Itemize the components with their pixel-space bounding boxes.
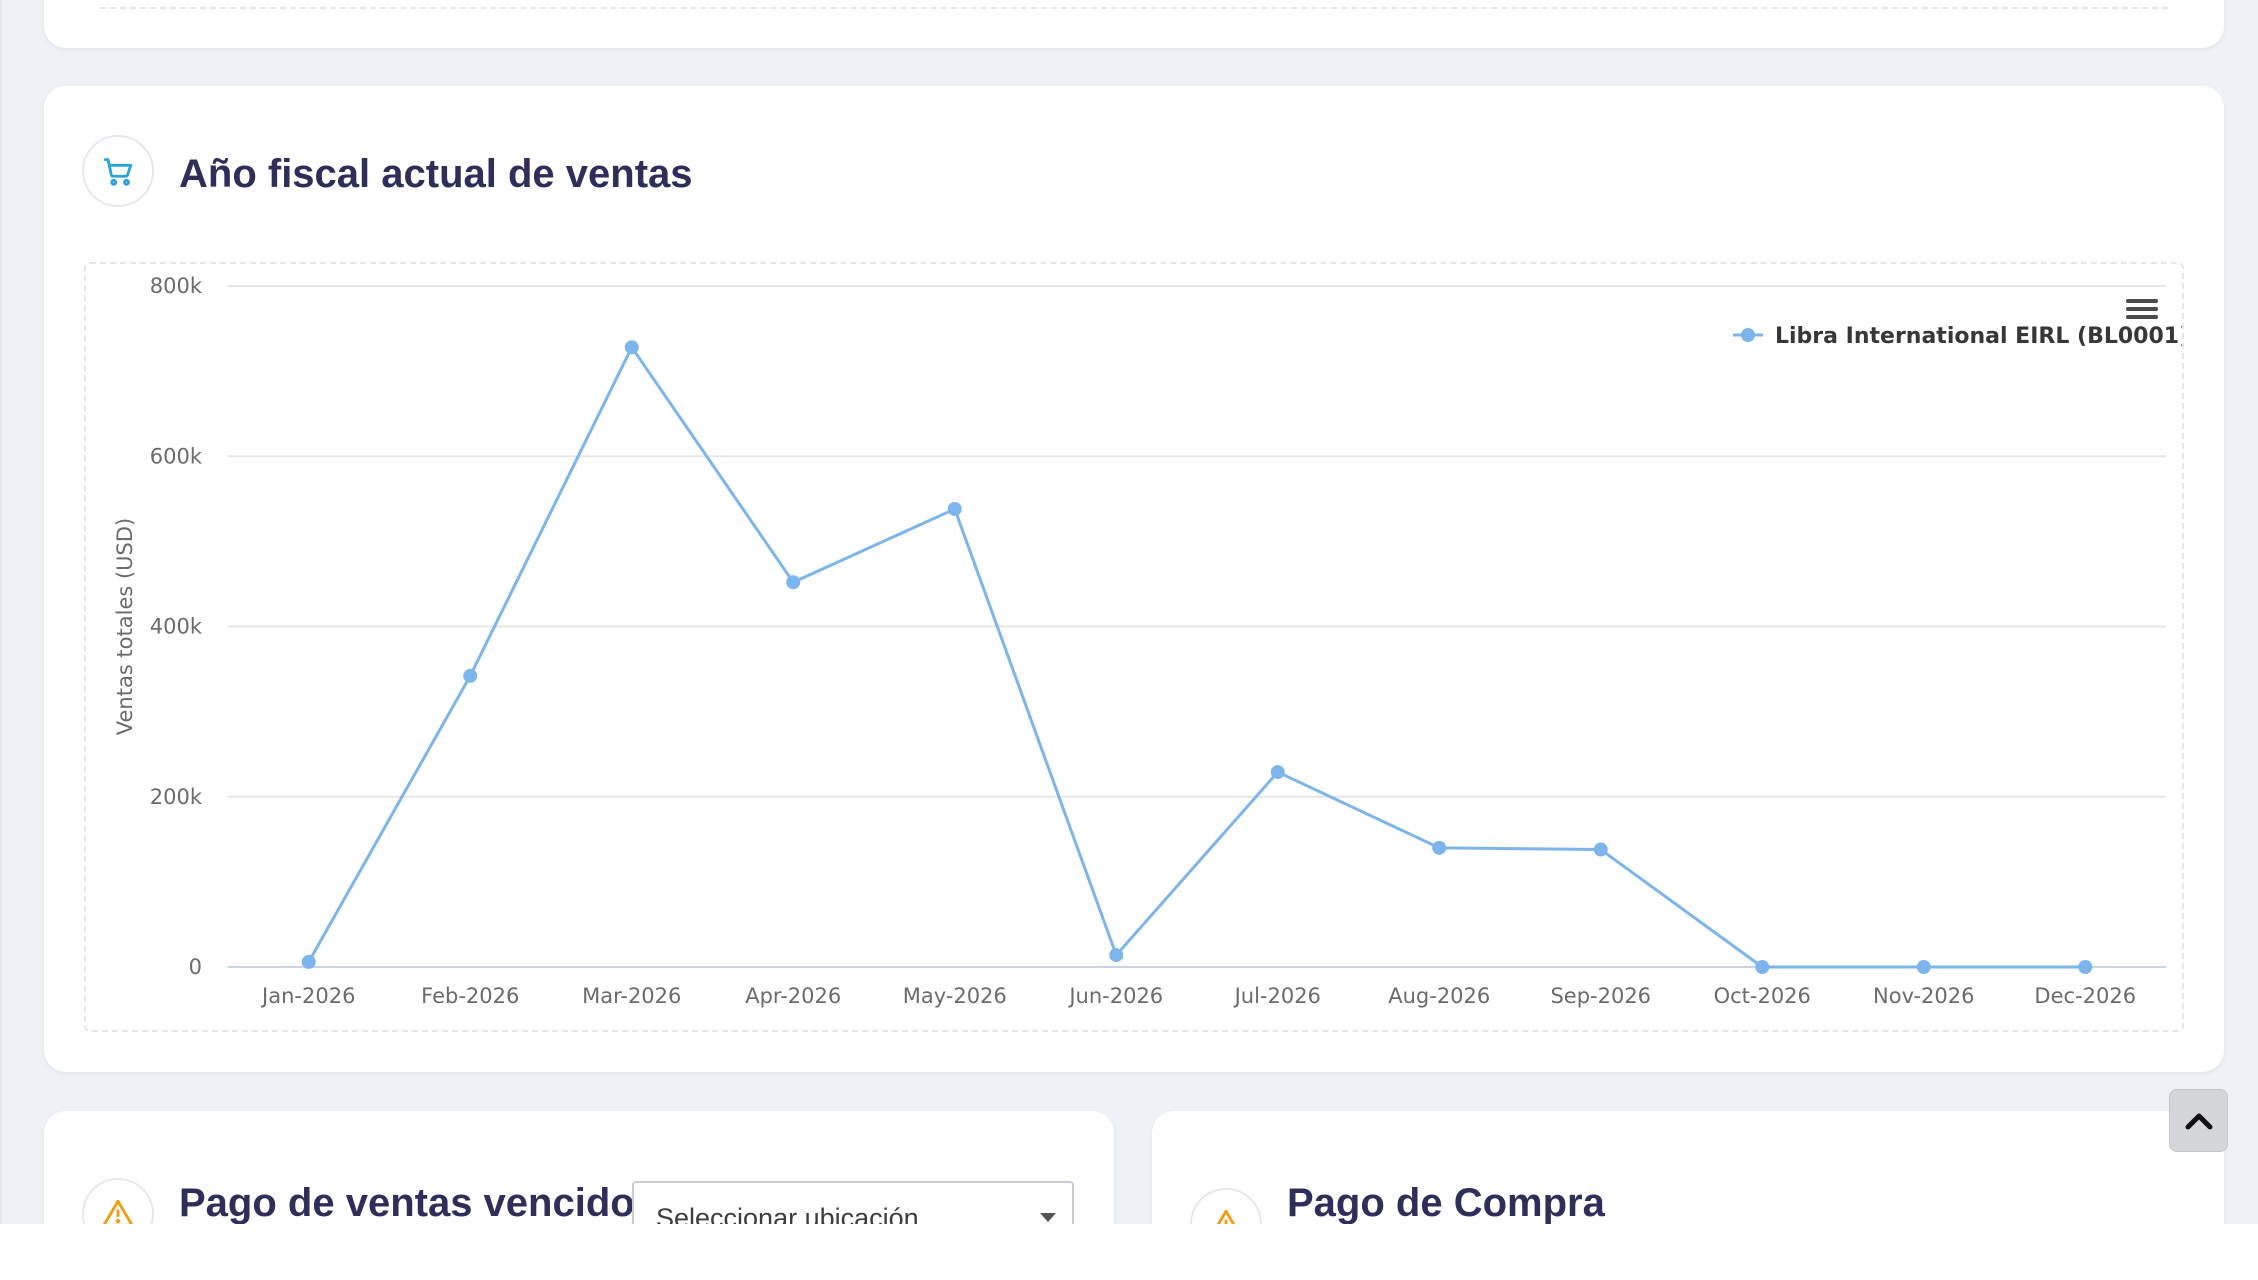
x-tick-label: Jan-2026 <box>260 984 355 1008</box>
x-tick-label: Feb-2026 <box>421 984 519 1008</box>
sales-card-title: Año fiscal actual de ventas <box>179 152 693 196</box>
x-tick-label: Dec-2026 <box>2034 984 2136 1008</box>
y-tick-label: 200k <box>150 785 203 809</box>
sales-fiscal-year-card: Año fiscal actual de ventas 0 200k 400k 600… <box>44 86 2224 1072</box>
overdue-card-icon-badge <box>82 1178 154 1224</box>
divider <box>100 7 2168 9</box>
chevron-down-icon <box>1040 1213 1056 1222</box>
y-tick-label: 800k <box>150 274 203 298</box>
x-tick-label: Mar-2026 <box>582 984 681 1008</box>
sales-card-icon-badge <box>82 135 154 207</box>
data-point[interactable] <box>1432 840 1447 855</box>
x-tick-label: Sep-2026 <box>1550 984 1651 1008</box>
legend-marker <box>1741 328 1755 342</box>
y-tick-label: 0 <box>189 955 202 979</box>
data-point[interactable] <box>624 340 639 355</box>
scroll-to-top-button[interactable] <box>2169 1089 2228 1152</box>
data-point[interactable] <box>1755 960 1770 974</box>
x-tick-label: Nov-2026 <box>1873 984 1974 1008</box>
x-tick-label: May-2026 <box>903 984 1007 1008</box>
x-tick-label: Aug-2026 <box>1388 984 1490 1008</box>
purchase-payment-card: Pago de Compra <box>1152 1111 2224 1224</box>
purchase-card-icon-badge <box>1190 1188 1262 1224</box>
overdue-card-title: Pago de ventas vencido <box>179 1181 635 1224</box>
y-tick-label: 400k <box>150 615 203 639</box>
shopping-cart-icon <box>103 158 133 186</box>
sales-line-chart: 0 200k 400k 600k 800k Jan-2026 Feb-2026 Mar-202… <box>113 274 2182 1008</box>
data-point[interactable] <box>1593 842 1608 857</box>
warning-icon <box>102 1199 134 1224</box>
x-tick-label: Oct-2026 <box>1714 984 1811 1008</box>
data-point[interactable] <box>1270 765 1285 780</box>
y-axis-title: Ventas totales (USD) <box>113 518 137 736</box>
sales-chart-container: 0 200k 400k 600k 800k Jan-2026 Feb-2026 Mar-202… <box>84 262 2184 1032</box>
x-tick-label: Apr-2026 <box>745 984 841 1008</box>
data-point[interactable] <box>947 502 962 517</box>
x-tick-label: Jul-2026 <box>1233 984 1321 1008</box>
data-point[interactable] <box>1916 960 1931 974</box>
location-select[interactable]: Seleccionar ubicación <box>632 1181 1074 1224</box>
data-point[interactable] <box>463 668 478 683</box>
data-point[interactable] <box>2078 960 2093 974</box>
data-point[interactable] <box>786 575 801 590</box>
y-tick-label: 600k <box>150 444 203 468</box>
legend-item[interactable]: Libra International EIRL (BL0001) <box>1733 324 2182 349</box>
x-tick-label: Jun-2026 <box>1067 984 1163 1008</box>
data-point[interactable] <box>1109 948 1124 963</box>
location-select-value: Seleccionar ubicación <box>656 1203 919 1224</box>
chevron-up-icon <box>2185 1113 2212 1129</box>
purchase-card-title: Pago de Compra <box>1287 1181 1605 1224</box>
previous-widget-card <box>44 0 2224 48</box>
dashboard-background: Año fiscal actual de ventas 0 200k 400k 600… <box>0 0 2258 1224</box>
hamburger-menu-icon[interactable] <box>2125 292 2161 326</box>
data-point[interactable] <box>301 954 316 969</box>
overdue-sales-payment-card: Pago de ventas vencido Seleccionar ubica… <box>44 1111 1114 1224</box>
series-line <box>307 345 2086 969</box>
legend-label: Libra International EIRL (BL0001) <box>1775 324 2182 349</box>
warning-icon <box>1216 1209 1236 1224</box>
